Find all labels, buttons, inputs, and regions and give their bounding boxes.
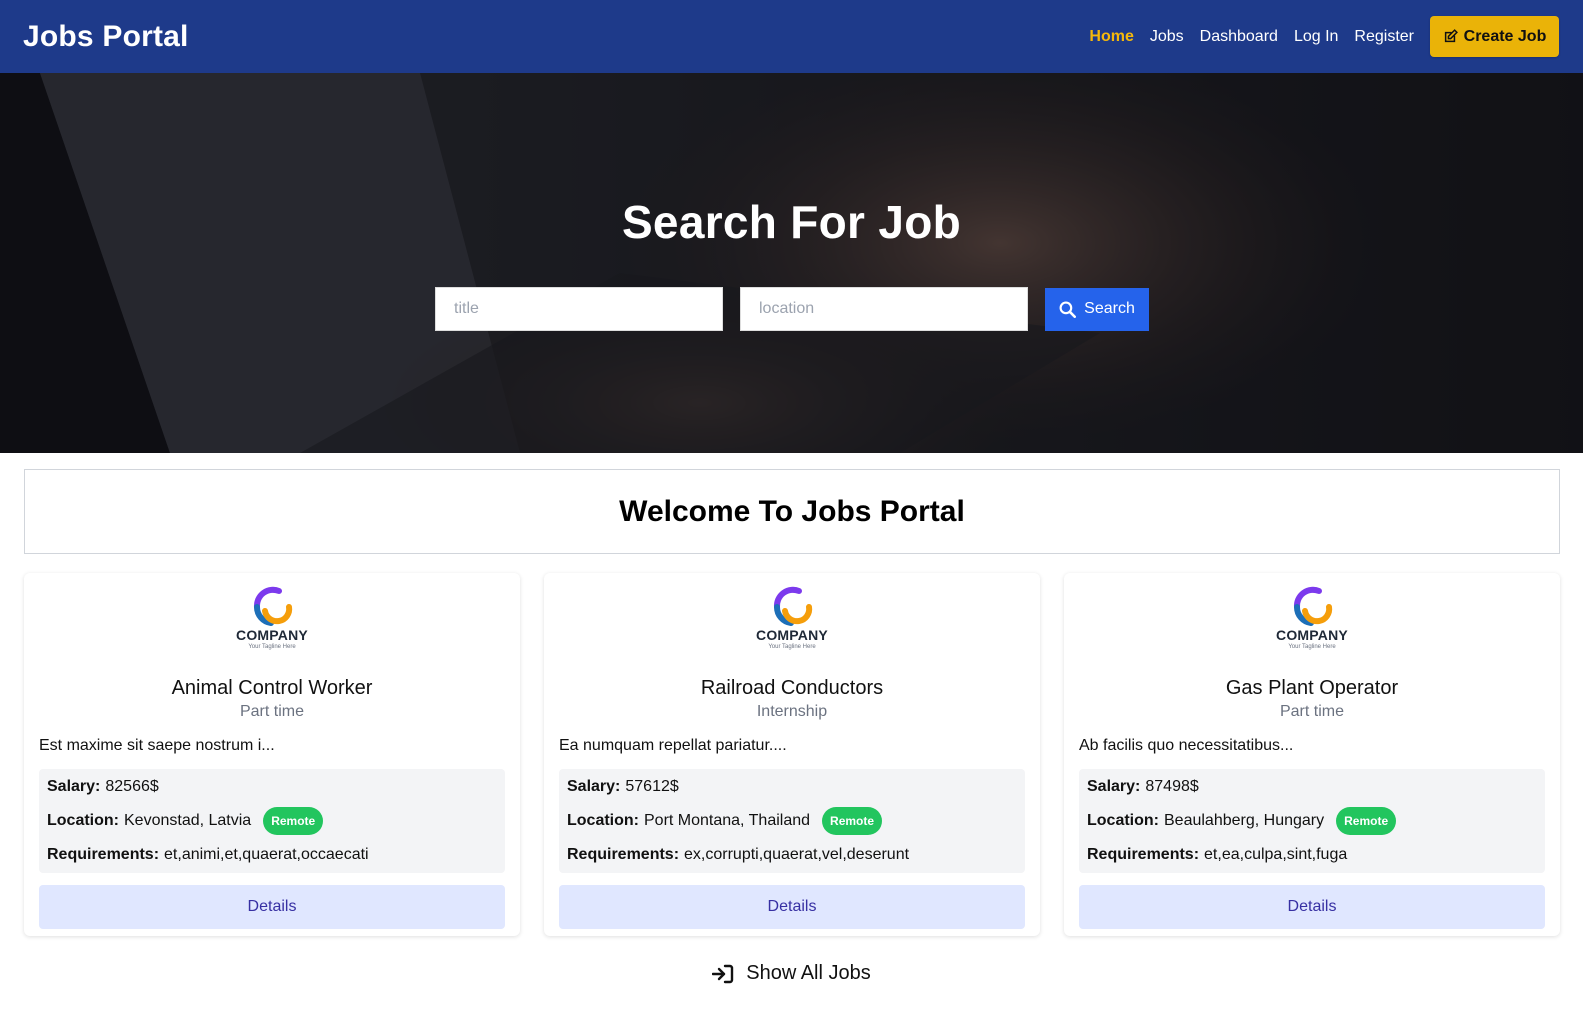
job-type: Part time xyxy=(239,703,304,720)
job-cards: COMPANY Your Tagline Here Animal Control… xyxy=(24,573,1560,936)
job-description: Ea numquam repellat pariatur.... xyxy=(559,737,787,754)
remote-badge: Remote xyxy=(1336,807,1397,835)
company-logo-wordmark: COMPANY xyxy=(236,627,308,643)
nav-links: Home Jobs Dashboard Log In Register Crea… xyxy=(1073,16,1559,57)
remote-badge: Remote xyxy=(263,807,324,835)
search-form: Search xyxy=(435,287,1149,331)
salary-row: Salary: 57612$ xyxy=(567,777,1017,797)
requirements-row: Requirements: et,animi,et,quaerat,occaec… xyxy=(47,845,497,865)
create-job-label: Create Job xyxy=(1463,27,1547,45)
company-logo-mark xyxy=(253,586,293,626)
salary-row: Salary: 87498$ xyxy=(1087,777,1537,797)
requirements-row: Requirements: et,ea,culpa,sint,fuga xyxy=(1087,845,1537,865)
company-logo-tagline: Your Tagline Here xyxy=(1288,644,1336,650)
salary-value: 57612$ xyxy=(625,778,679,795)
location-label: Location: xyxy=(1087,812,1159,829)
sign-in-arrow-icon xyxy=(712,964,734,983)
location-row: Location: Beaulahberg, Hungary Remote xyxy=(1087,807,1537,835)
job-description: Ab facilis quo necessitatibus... xyxy=(1079,737,1294,754)
job-info-box: Salary: 87498$ Location: Beaulahberg, Hu… xyxy=(1079,769,1545,873)
requirements-value: et,animi,et,quaerat,occaecati xyxy=(164,846,369,863)
salary-value: 87498$ xyxy=(1145,778,1199,795)
company-logo: COMPANY Your Tagline Here xyxy=(39,585,505,667)
salary-row: Salary: 82566$ xyxy=(47,777,497,797)
welcome-banner: Welcome To Jobs Portal xyxy=(24,469,1560,554)
salary-label: Salary: xyxy=(47,778,101,795)
nav-login[interactable]: Log In xyxy=(1294,28,1338,46)
requirements-label: Requirements: xyxy=(47,846,160,863)
job-card: COMPANY Your Tagline Here Railroad Condu… xyxy=(544,573,1040,936)
hero-title: Search For Job xyxy=(621,196,962,248)
show-all-jobs-link[interactable]: Show All Jobs xyxy=(0,962,1583,985)
brand-logo[interactable]: Jobs Portal xyxy=(23,20,189,54)
company-logo-wordmark: COMPANY xyxy=(1276,627,1348,643)
requirements-row: Requirements: ex,corrupti,quaerat,vel,de… xyxy=(567,845,1017,865)
nav-dashboard[interactable]: Dashboard xyxy=(1200,28,1278,46)
company-logo-mark xyxy=(773,586,813,626)
create-job-button[interactable]: Create Job xyxy=(1430,16,1559,57)
hero-section: Search For Job Search xyxy=(0,73,1583,453)
company-logo-wordmark: COMPANY xyxy=(756,627,828,643)
company-logo-tagline: Your Tagline Here xyxy=(248,644,296,650)
remote-badge: Remote xyxy=(822,807,883,835)
details-button[interactable]: Details xyxy=(1079,885,1545,929)
search-button[interactable]: Search xyxy=(1045,287,1149,331)
location-search-input[interactable] xyxy=(740,287,1028,331)
job-card: COMPANY Your Tagline Here Gas Plant Oper… xyxy=(1064,573,1560,936)
job-title: Gas Plant Operator xyxy=(1225,677,1399,699)
salary-label: Salary: xyxy=(567,778,621,795)
requirements-value: ex,corrupti,quaerat,vel,deserunt xyxy=(684,846,910,863)
salary-value: 82566$ xyxy=(105,778,159,795)
company-logo: COMPANY Your Tagline Here xyxy=(1079,585,1545,667)
company-logo: COMPANY Your Tagline Here xyxy=(559,585,1025,667)
job-card: COMPANY Your Tagline Here Animal Control… xyxy=(24,573,520,936)
location-label: Location: xyxy=(567,812,639,829)
location-value: Beaulahberg, Hungary xyxy=(1164,812,1325,829)
requirements-label: Requirements: xyxy=(567,846,680,863)
details-button[interactable]: Details xyxy=(39,885,505,929)
show-all-jobs-label: Show All Jobs xyxy=(746,962,871,984)
hero-overlay xyxy=(0,73,1583,453)
search-icon xyxy=(1059,301,1077,318)
company-logo-tagline: Your Tagline Here xyxy=(768,644,816,650)
nav-home[interactable]: Home xyxy=(1089,28,1133,46)
requirements-value: et,ea,culpa,sint,fuga xyxy=(1204,846,1348,863)
company-logo-mark xyxy=(1293,586,1333,626)
job-info-box: Salary: 57612$ Location: Port Montana, T… xyxy=(559,769,1025,873)
details-button[interactable]: Details xyxy=(559,885,1025,929)
job-type: Part time xyxy=(1279,703,1344,720)
location-row: Location: Port Montana, Thailand Remote xyxy=(567,807,1017,835)
job-info-box: Salary: 82566$ Location: Kevonstad, Latv… xyxy=(39,769,505,873)
title-search-input[interactable] xyxy=(435,287,723,331)
nav-jobs[interactable]: Jobs xyxy=(1150,28,1184,46)
job-description: Est maxime sit saepe nostrum i... xyxy=(39,737,275,754)
nav-register[interactable]: Register xyxy=(1354,28,1414,46)
requirements-label: Requirements: xyxy=(1087,846,1200,863)
salary-label: Salary: xyxy=(1087,778,1141,795)
location-value: Port Montana, Thailand xyxy=(644,812,811,829)
job-title: Railroad Conductors xyxy=(700,677,884,699)
job-type: Internship xyxy=(756,703,828,720)
navbar: Jobs Portal Home Jobs Dashboard Log In R… xyxy=(0,0,1583,73)
job-title: Animal Control Worker xyxy=(171,677,373,699)
edit-icon xyxy=(1444,29,1458,43)
location-label: Location: xyxy=(47,812,119,829)
welcome-heading: Welcome To Jobs Portal xyxy=(619,494,965,528)
search-button-label: Search xyxy=(1084,300,1135,317)
location-row: Location: Kevonstad, Latvia Remote xyxy=(47,807,497,835)
location-value: Kevonstad, Latvia xyxy=(124,812,252,829)
